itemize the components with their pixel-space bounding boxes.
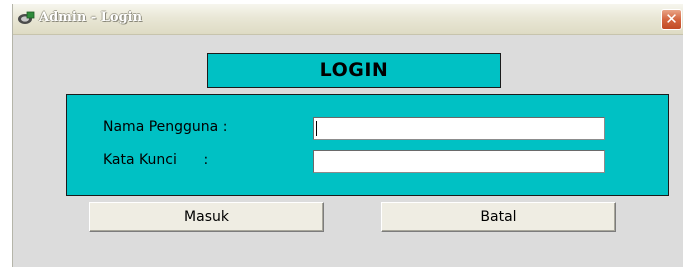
cancel-button[interactable]: Batal [381,202,616,232]
password-label: Kata Kunci : [103,152,209,168]
login-form-panel: Nama Pengguna : Kata Kunci : [66,94,669,196]
close-button[interactable]: ✕ [661,9,682,30]
app-window-icon [17,10,35,26]
desktop-edge [0,0,12,267]
text-caret [316,121,317,136]
close-icon: ✕ [665,10,678,28]
login-window: Admin - Login ✕ LOGIN Nama Pengguna : Ka… [12,4,683,267]
login-header-box: LOGIN [207,53,501,88]
login-header-title: LOGIN [319,59,389,81]
login-button[interactable]: Masuk [89,202,324,232]
title-bar[interactable]: Admin - Login ✕ [13,4,683,35]
username-label: Nama Pengguna : [103,119,228,135]
window-title: Admin - Login [39,10,143,25]
username-input[interactable] [313,117,605,140]
password-input[interactable] [313,150,605,173]
